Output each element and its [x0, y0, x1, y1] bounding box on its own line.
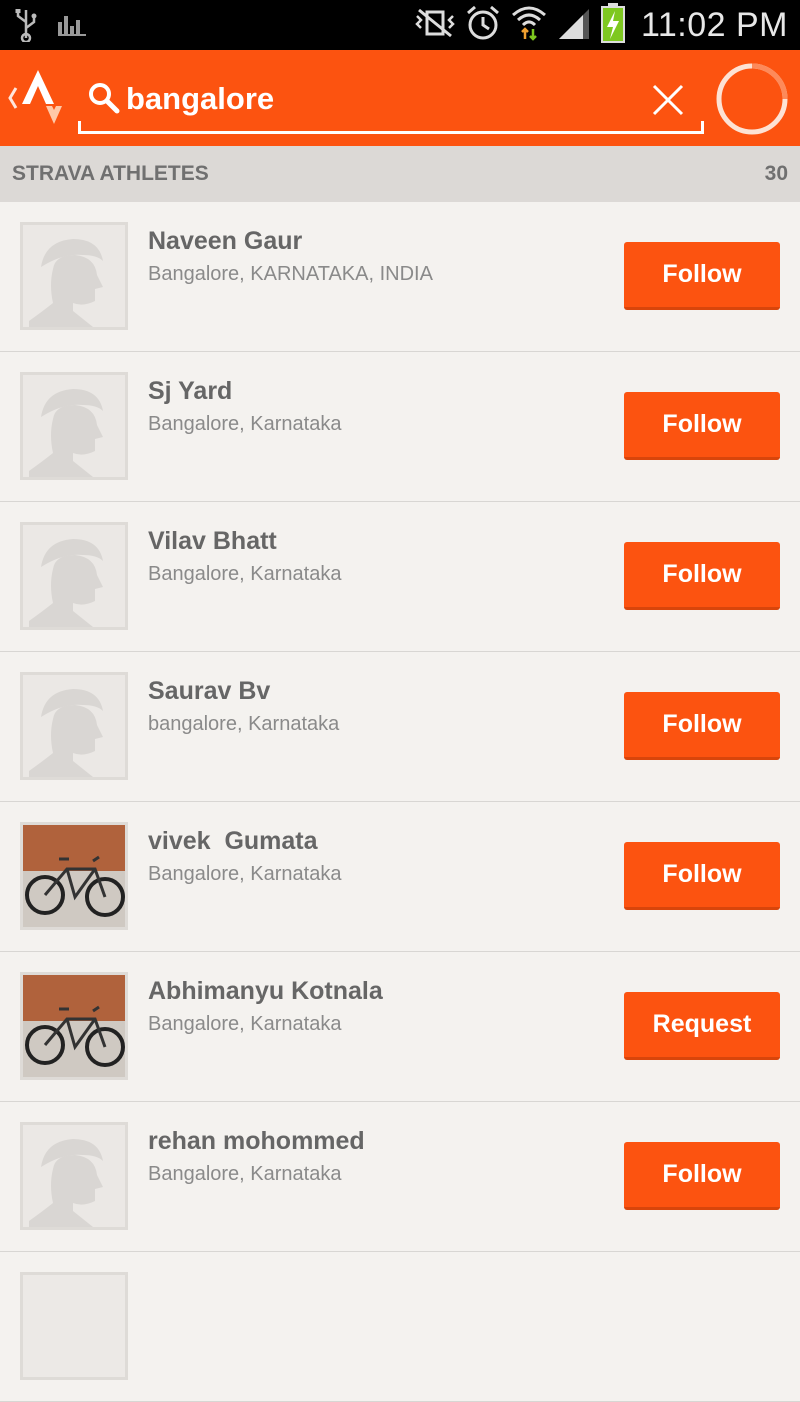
- athlete-row-4[interactable]: Saurav Bv bangalore, Karnataka Follow: [0, 652, 800, 802]
- athlete-row-6[interactable]: Abhimanyu Kotnala Bangalore, Karnataka R…: [0, 952, 800, 1102]
- athlete-avatar[interactable]: [20, 822, 128, 930]
- athlete-location: Bangalore, KARNATAKA, INDIA: [148, 263, 433, 285]
- athlete-avatar[interactable]: [20, 1272, 128, 1380]
- athlete-name: Saurav Bv: [148, 677, 271, 705]
- follow-button[interactable]: Follow: [624, 542, 780, 610]
- signal-bars-icon: [58, 14, 86, 41]
- athlete-name: Naveen Gaur: [148, 227, 303, 255]
- default-cyclist-avatar-icon: [23, 675, 125, 777]
- athlete-row-1[interactable]: Naveen Gaur Bangalore, KARNATAKA, INDIA …: [0, 202, 800, 352]
- bike-photo-avatar-image: [23, 975, 125, 1077]
- alarm-icon: [465, 5, 501, 46]
- athlete-row-partial[interactable]: [0, 1252, 800, 1402]
- athlete-location: Bangalore, Karnataka: [148, 1163, 342, 1185]
- athlete-avatar[interactable]: [20, 1122, 128, 1230]
- battery-charging-icon: [600, 2, 625, 48]
- athlete-list: Naveen Gaur Bangalore, KARNATAKA, INDIA …: [0, 202, 800, 1402]
- search-box: [78, 68, 704, 134]
- default-cyclist-avatar-icon: [23, 1125, 125, 1227]
- search-icon: [88, 82, 120, 114]
- athlete-avatar[interactable]: [20, 522, 128, 630]
- follow-button[interactable]: Follow: [624, 692, 780, 760]
- section-title: STRAVA ATHLETES: [12, 162, 209, 185]
- default-cyclist-avatar-icon: [23, 525, 125, 627]
- athlete-avatar[interactable]: [20, 222, 128, 330]
- athlete-location: bangalore, Karnataka: [148, 713, 340, 735]
- athlete-name: vivek Gumata: [148, 827, 318, 855]
- athlete-name: Vilav Bhatt: [148, 527, 277, 555]
- usb-icon: [14, 8, 38, 47]
- loading-spinner-icon: [714, 61, 790, 137]
- default-cyclist-avatar-icon: [23, 225, 125, 327]
- athlete-row-7[interactable]: rehan mohommed Bangalore, Karnataka Foll…: [0, 1102, 800, 1252]
- result-count: 30: [764, 162, 788, 185]
- athlete-name: Abhimanyu Kotnala: [148, 977, 383, 1005]
- strava-logo-back-button[interactable]: [8, 68, 70, 128]
- follow-button[interactable]: Follow: [624, 242, 780, 310]
- athlete-row-2[interactable]: Sj Yard Bangalore, Karnataka Follow: [0, 352, 800, 502]
- follow-button[interactable]: Follow: [624, 842, 780, 910]
- wifi-icon: [511, 5, 547, 46]
- athlete-row-5[interactable]: vivek Gumata Bangalore, Karnataka Follow: [0, 802, 800, 952]
- athlete-avatar[interactable]: [20, 972, 128, 1080]
- athlete-row-3[interactable]: Vilav Bhatt Bangalore, Karnataka Follow: [0, 502, 800, 652]
- bike-photo-avatar-image: [23, 825, 125, 927]
- athlete-location: Bangalore, Karnataka: [148, 1013, 342, 1035]
- request-button[interactable]: Request: [624, 992, 780, 1060]
- athlete-avatar[interactable]: [20, 372, 128, 480]
- cell-signal-icon: [557, 7, 591, 44]
- follow-button[interactable]: Follow: [624, 1142, 780, 1210]
- clock-time: 11:02 PM: [640, 5, 788, 44]
- section-header: STRAVA ATHLETES 30: [0, 146, 800, 202]
- action-bar: [0, 50, 800, 146]
- no-vibrate-icon: [415, 8, 455, 43]
- athlete-name: Sj Yard: [148, 377, 233, 405]
- athlete-avatar[interactable]: [20, 672, 128, 780]
- athlete-location: Bangalore, Karnataka: [148, 863, 342, 885]
- athlete-location: Bangalore, Karnataka: [148, 413, 342, 435]
- athlete-location: Bangalore, Karnataka: [148, 563, 342, 585]
- athlete-name: rehan mohommed: [148, 1127, 365, 1155]
- search-input[interactable]: [126, 74, 626, 124]
- clear-search-icon[interactable]: [648, 80, 688, 120]
- follow-button[interactable]: Follow: [624, 392, 780, 460]
- default-cyclist-avatar-icon: [23, 375, 125, 477]
- status-bar: 11:02 PM: [0, 0, 800, 50]
